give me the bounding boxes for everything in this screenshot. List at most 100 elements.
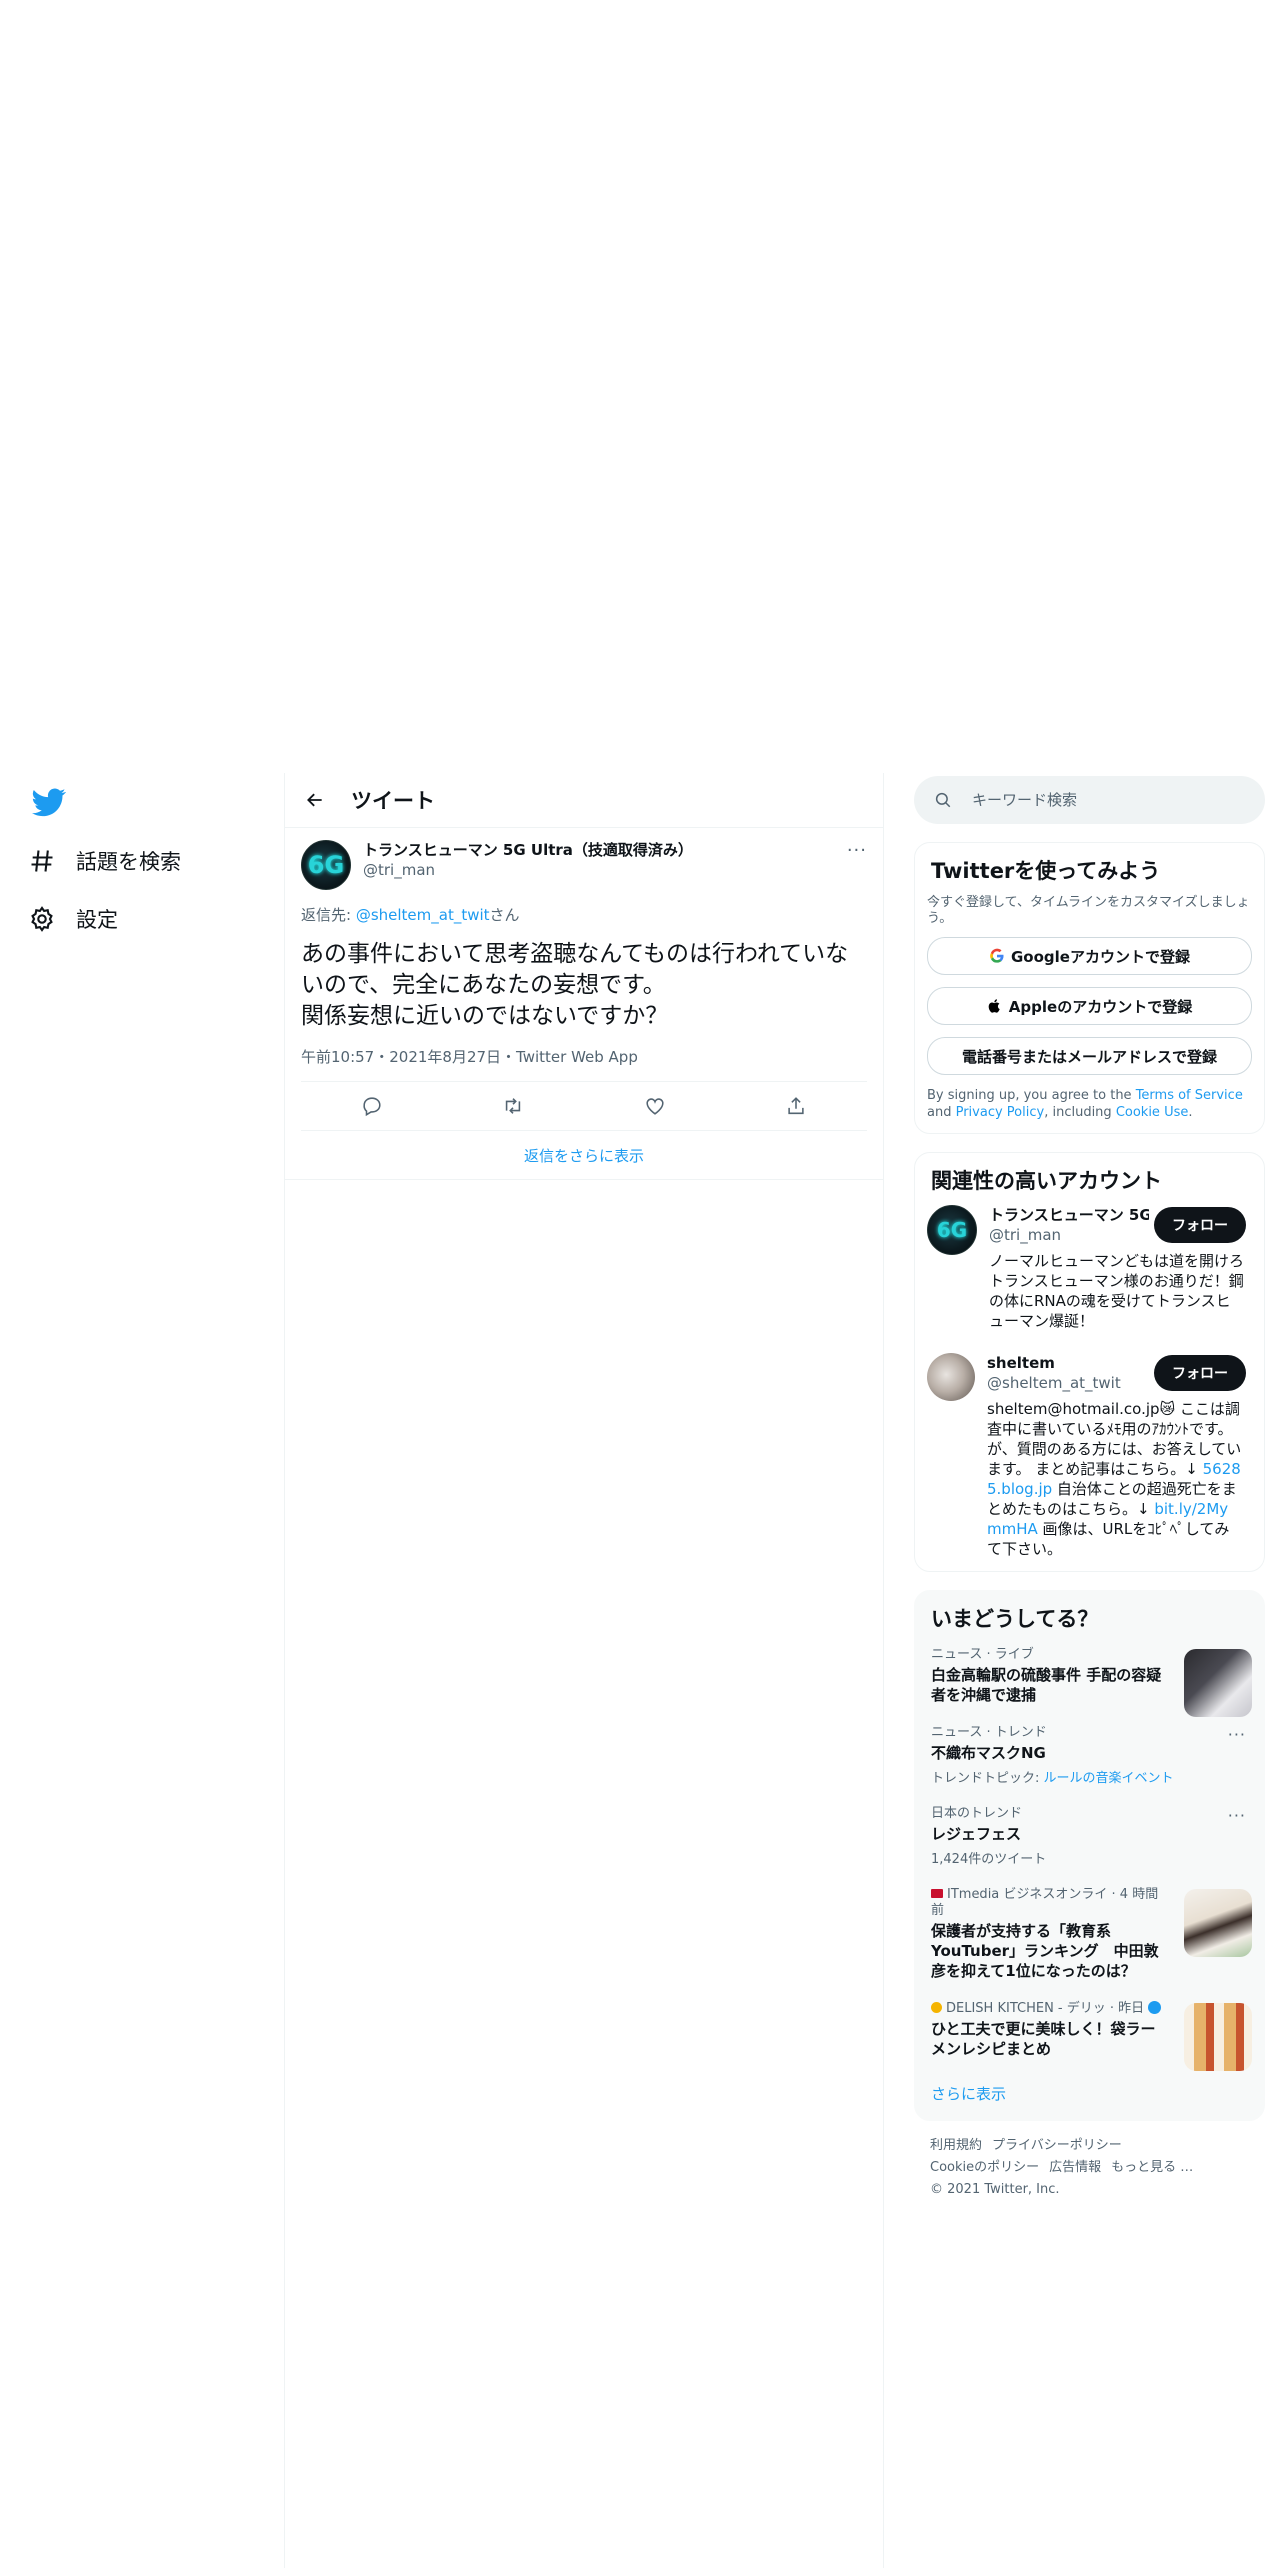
footer-link[interactable]: 広告情報: [1049, 2160, 1101, 2175]
footer: 利用規約 プライバシーポリシー Cookieのポリシー 広告情報 もっと見る … © …: [914, 2121, 1265, 2215]
reply-prefix: 返信先:: [301, 906, 356, 924]
reply-to: 返信先: @sheltem_at_twitさん: [301, 904, 867, 925]
google-signup-button[interactable]: Googleアカウントで登録: [927, 937, 1252, 975]
footer-links-row-1: 利用規約 プライバシーポリシー: [930, 2135, 1249, 2157]
verified-badge-icon: [1148, 2001, 1162, 2014]
account-avatar[interactable]: [927, 1353, 975, 1401]
account-avatar[interactable]: 6G: [927, 1205, 977, 1255]
legal-text-2: and: [927, 1105, 956, 1120]
account-item[interactable]: 6G トランスヒューマン 5G Ultra（技適取得済み） @tri_man ノ…: [927, 1205, 1252, 1331]
trend-thumbnail: [1184, 1889, 1252, 1957]
google-signup-label: Googleアカウントで登録: [1011, 947, 1190, 966]
nav-settings-label: 設定: [76, 908, 118, 932]
tweet-text: あの事件において思考盗聴なんてものは行われていないので、完全にあなたの妄想です。…: [301, 941, 849, 1029]
trend-item[interactable]: ニュース · トレンド 不織布マスクNG トレンドトピック: ルールの音楽イベン…: [927, 1715, 1252, 1796]
follow-button[interactable]: フォロー: [1154, 1207, 1246, 1243]
follow-button[interactable]: フォロー: [1154, 1355, 1246, 1391]
apple-signup-button[interactable]: Appleのアカウントで登録: [927, 987, 1252, 1025]
trend-meta: ニュース · トレンド: [931, 1725, 1047, 1740]
legal-text-1: By signing up, you agree to the: [927, 1088, 1136, 1103]
copyright: © 2021 Twitter, Inc.: [930, 2182, 1060, 2197]
legal-text-3: , including: [1044, 1105, 1116, 1120]
phone-email-signup-label: 電話番号またはメールアドレスで登録: [961, 1047, 1217, 1066]
trend-thumbnail: [1184, 1649, 1252, 1717]
account-bio: sheltem@hotmail.co.jp😿 ここは調査中に書いているﾒﾓ用のｱ…: [987, 1399, 1242, 1559]
more-options-icon[interactable]: ···: [847, 840, 867, 861]
signup-title: Twitterを使ってみよう: [931, 859, 1161, 883]
trend-item[interactable]: ニュース · ライブ 白金高輪駅の硫酸事件 手配の容疑者を沖縄で逮捕: [927, 1637, 1252, 1717]
search-input[interactable]: [970, 790, 1234, 810]
footer-link[interactable]: もっと見る …: [1111, 2160, 1193, 2175]
gear-icon: [31, 906, 53, 932]
trend-title: 不織布マスクNG: [931, 1744, 1046, 1762]
signup-subtitle: 今すぐ登録して、タイムラインをカスタマイズしましょう。: [927, 895, 1250, 926]
phone-email-signup-button[interactable]: 電話番号またはメールアドレスで登録: [927, 1037, 1252, 1075]
tweet-timestamp[interactable]: 午前10:57・2021年8月27日・Twitter Web App: [301, 1046, 867, 1082]
cookie-link[interactable]: Cookie Use: [1116, 1105, 1189, 1120]
signup-card: Twitterを使ってみよう 今すぐ登録して、タイムラインをカスタマイズしましょ…: [914, 842, 1265, 1134]
account-name[interactable]: sheltem: [987, 1353, 1147, 1373]
more-options-icon[interactable]: ···: [1228, 1725, 1246, 1744]
tweet: 6G トランスヒューマン 5G Ultra（技適取得済み） @tri_man ·…: [285, 828, 883, 1131]
trend-meta-text: ITmedia ビジネスオンライ · 4 時間前: [931, 1887, 1159, 1918]
trends-title: いまどうしてる？: [931, 1607, 1099, 1631]
trend-meta: 日本のトレンド: [931, 1806, 1023, 1821]
search-icon: [935, 792, 951, 808]
footer-link[interactable]: 利用規約: [930, 2138, 982, 2153]
twitter-logo-icon[interactable]: [32, 785, 66, 819]
trend-tweet-count: 1,424件のツイート: [931, 1852, 1047, 1867]
google-logo-icon: [990, 948, 1004, 963]
related-title: 関連性の高いアカウント: [931, 1169, 1162, 1193]
search-box[interactable]: [914, 776, 1265, 824]
delish-logo-icon: [931, 2002, 942, 2013]
trend-meta: ITmedia ビジネスオンライ · 4 時間前: [931, 1887, 1168, 1919]
footer-link[interactable]: プライバシーポリシー: [992, 2138, 1122, 2153]
account-name[interactable]: トランスヒューマン 5G Ultra（技適取得済み）: [989, 1205, 1149, 1225]
right-divider: [883, 773, 884, 2568]
privacy-link[interactable]: Privacy Policy: [956, 1105, 1045, 1120]
account-bio: ノーマルヒューマンどもは道を開けろトランスヒューマン様のお通りだ！鋼の体にRNA…: [989, 1252, 1245, 1330]
retweet-icon[interactable]: [502, 1095, 524, 1117]
hashtag-icon: [31, 850, 53, 872]
trend-title: レジェフェス: [931, 1825, 1022, 1843]
tweet-actions: [301, 1082, 867, 1131]
apple-signup-label: Appleのアカウントで登録: [1008, 997, 1193, 1016]
reply-icon[interactable]: [361, 1095, 383, 1117]
main-column: ツイート 6G トランスヒューマン 5G Ultra（技適取得済み） @tri_…: [285, 773, 883, 1180]
trends-show-more-link[interactable]: さらに表示: [927, 2069, 1252, 2108]
reply-handle-link[interactable]: @sheltem_at_twit: [356, 906, 490, 924]
footer-link[interactable]: Cookieのポリシー: [930, 2160, 1039, 2175]
main-header: ツイート: [285, 773, 883, 828]
right-sidebar: Twitterを使ってみよう 今すぐ登録して、タイムラインをカスタマイズしましょ…: [914, 776, 1265, 2215]
trend-meta: DELISH KITCHEN - デリッ · 昨日: [931, 2001, 1168, 2017]
trend-topic-prefix: トレンドトピック:: [931, 1771, 1044, 1786]
back-button[interactable]: [297, 782, 333, 818]
trend-item[interactable]: ITmedia ビジネスオンライ · 4 時間前 保護者が支持する「教育系You…: [927, 1877, 1252, 1991]
nav-explore-label: 話題を検索: [76, 850, 181, 874]
trend-title: ひと工夫で更に美味しく！袋ラーメンレシピまとめ: [931, 2020, 1156, 2058]
author-name[interactable]: トランスヒューマン 5G Ultra（技適取得済み）: [363, 840, 693, 860]
like-icon[interactable]: [644, 1095, 666, 1117]
nav-explore[interactable]: 話題を検索: [28, 839, 181, 883]
related-accounts-card: 関連性の高いアカウント 6G トランスヒューマン 5G Ultra（技適取得済み…: [914, 1152, 1265, 1572]
reply-suffix: さん: [489, 906, 520, 924]
account-item[interactable]: sheltem @sheltem_at_twit sheltem@hotmail…: [927, 1353, 1252, 1559]
nav-settings[interactable]: 設定: [28, 897, 118, 941]
trend-thumbnail: [1184, 2003, 1252, 2071]
author-avatar[interactable]: 6G: [301, 840, 351, 890]
tweet-header: 6G トランスヒューマン 5G Ultra（技適取得済み） @tri_man ·…: [301, 840, 867, 890]
page-title: ツイート: [351, 789, 435, 813]
author-handle[interactable]: @tri_man: [363, 860, 693, 880]
trend-title: 白金高輪駅の硫酸事件 手配の容疑者を沖縄で逮捕: [931, 1666, 1162, 1704]
trend-item[interactable]: DELISH KITCHEN - デリッ · 昨日 ひと工夫で更に美味しく！袋ラ…: [927, 1991, 1252, 2071]
trend-meta-text: DELISH KITCHEN - デリッ · 昨日: [946, 2001, 1145, 2016]
apple-logo-icon: [988, 999, 1000, 1013]
share-icon[interactable]: [785, 1095, 807, 1117]
itmedia-logo-icon: [931, 1889, 943, 1898]
more-options-icon[interactable]: ···: [1228, 1806, 1246, 1825]
show-more-replies-link[interactable]: 返信をさらに表示: [285, 1131, 883, 1180]
trend-topic-link[interactable]: ルールの音楽イベント: [1044, 1771, 1174, 1786]
trend-item[interactable]: 日本のトレンド レジェフェス 1,424件のツイート ···: [927, 1796, 1252, 1877]
terms-link[interactable]: Terms of Service: [1136, 1088, 1243, 1103]
footer-links-row-2: Cookieのポリシー 広告情報 もっと見る …: [930, 2157, 1249, 2179]
